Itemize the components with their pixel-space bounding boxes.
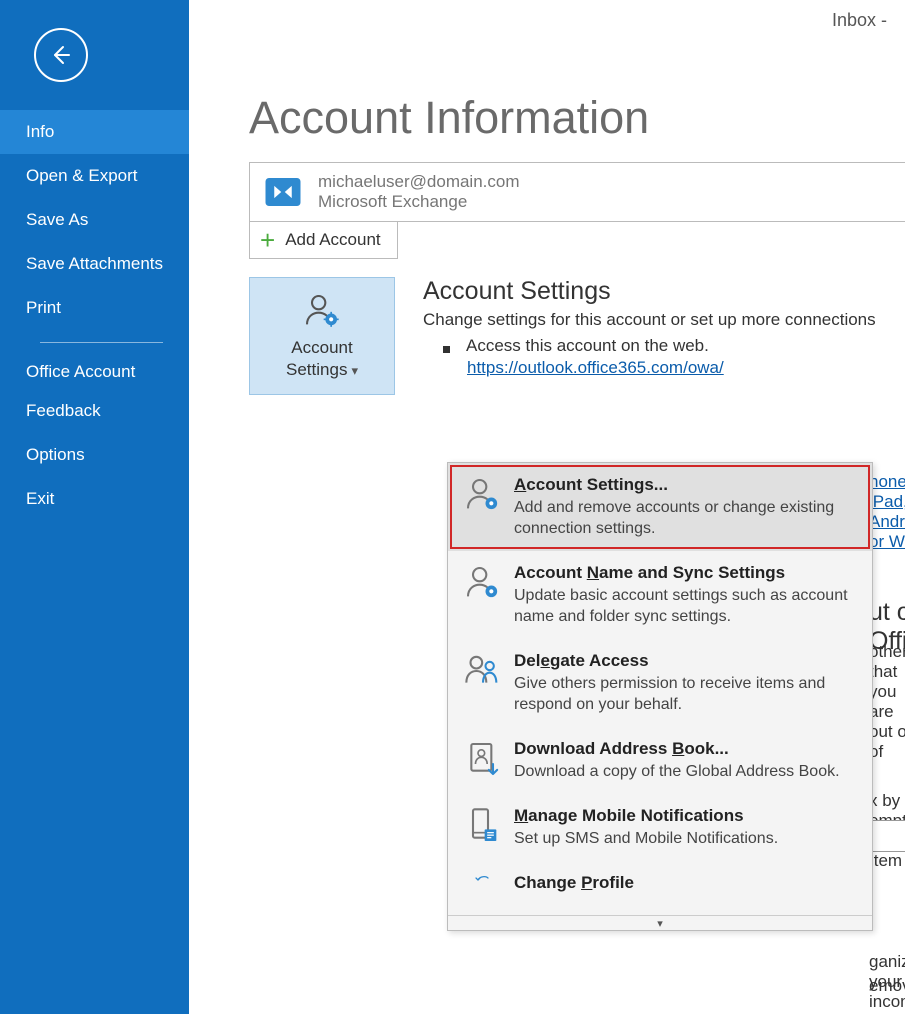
sidebar-item-save-as[interactable]: Save As [0,198,189,242]
sidebar-label: Exit [26,489,54,508]
dd-desc: Download a copy of the Global Address Bo… [514,761,858,782]
sidebar-item-info[interactable]: Info [0,110,189,154]
sidebar-label: Office Account [26,362,135,381]
backstage-sidebar: Info Open & Export Save As Save Attachme… [0,0,189,1014]
account-settings-tile[interactable]: Account Settings▾ [249,277,395,395]
mobile-icon [462,806,504,848]
section-title: Account Settings [423,277,876,306]
exchange-icon [262,171,304,213]
sidebar-item-open-export[interactable]: Open & Export [0,154,189,198]
dd-desc: Update basic account settings such as ac… [514,585,858,627]
add-account-button[interactable]: + Add Account [249,222,398,259]
dd-title: Change Profile [514,873,858,893]
chevron-down-icon: ▾ [351,360,358,382]
dd-desc: Set up SMS and Mobile Notifications. [514,828,858,849]
dropdown-more-button[interactable]: ▾ [448,915,872,930]
mobile-apps-link[interactable]: hone, iPad, Android, or Wind [869,472,905,552]
dd-desc: Give others permission to receive items … [514,673,858,715]
user-gear-icon [462,563,504,605]
bullet-row: Access this account on the web. [443,336,876,356]
back-arrow-icon [49,43,73,67]
dd-item-mobile-notifications[interactable]: Manage Mobile Notifications Set up SMS a… [448,794,872,861]
sidebar-label: Save As [26,210,88,229]
dd-item-delegate[interactable]: Delegate Access Give others permission t… [448,639,872,727]
tile-label: Account Settings▾ [286,337,358,382]
account-email: michaeluser@domain.com [318,172,520,192]
sidebar-item-print[interactable]: Print [0,286,189,330]
rules-desc-partial2: emoved. [869,976,905,996]
dd-item-name-sync[interactable]: Account Name and Sync Settings Update ba… [448,551,872,639]
sidebar-item-save-attachments[interactable]: Save Attachments [0,242,189,286]
user-gear-icon [462,475,504,517]
sidebar-separator [40,342,163,343]
account-info: michaeluser@domain.com Microsoft Exchang… [318,172,520,212]
oof-desc-partial: others that you are out of of [869,642,905,762]
main-pane: Inbox - Account Information michaeluser@… [189,0,905,1014]
sidebar-label: Info [26,122,54,141]
delegate-icon [462,651,504,693]
sidebar-label: Open & Export [26,166,138,185]
sidebar-label: Save Attachments [26,254,163,273]
mailbox-quota-bar [869,820,905,852]
owa-link[interactable]: https://outlook.office365.com/owa/ [467,358,876,378]
dd-item-account-settings[interactable]: Account Settings... Add and remove accou… [448,463,872,551]
dd-title: Account Settings... [514,475,858,495]
change-profile-icon [462,873,504,915]
sidebar-label: Print [26,298,61,317]
account-settings-dropdown: Account Settings... Add and remove accou… [447,462,873,931]
chevron-down-icon: ▾ [657,917,663,930]
account-type: Microsoft Exchange [318,192,520,212]
breadcrumb: Inbox - [832,10,887,31]
sidebar-label: Options [26,445,85,464]
add-account-label: Add Account [285,230,380,250]
sidebar-item-office-account[interactable]: Office Account [0,355,189,389]
bullet-text: Access this account on the web. [466,336,709,356]
section-desc: Change settings for this account or set … [423,310,876,330]
page-title: Account Information [249,92,905,144]
dd-item-download-address-book[interactable]: Download Address Book... Download a copy… [448,727,872,794]
dd-item-change-profile[interactable]: Change Profile [448,861,872,915]
sidebar-item-feedback[interactable]: Feedback [0,389,189,433]
account-selector[interactable]: michaeluser@domain.com Microsoft Exchang… [249,162,905,222]
account-settings-text: Account Settings Change settings for thi… [423,277,876,378]
sidebar-label: Feedback [26,401,101,420]
user-gear-icon [302,291,342,331]
dd-desc: Add and remove accounts or change existi… [514,497,858,539]
sidebar-item-exit[interactable]: Exit [0,477,189,521]
dd-title: Manage Mobile Notifications [514,806,858,826]
sidebar-item-options[interactable]: Options [0,433,189,477]
back-button[interactable] [34,28,88,82]
bullet-icon [443,346,450,353]
plus-icon: + [260,231,275,249]
dd-title: Download Address Book... [514,739,858,759]
dd-title: Delegate Access [514,651,858,671]
address-book-download-icon [462,739,504,781]
dd-title: Account Name and Sync Settings [514,563,858,583]
